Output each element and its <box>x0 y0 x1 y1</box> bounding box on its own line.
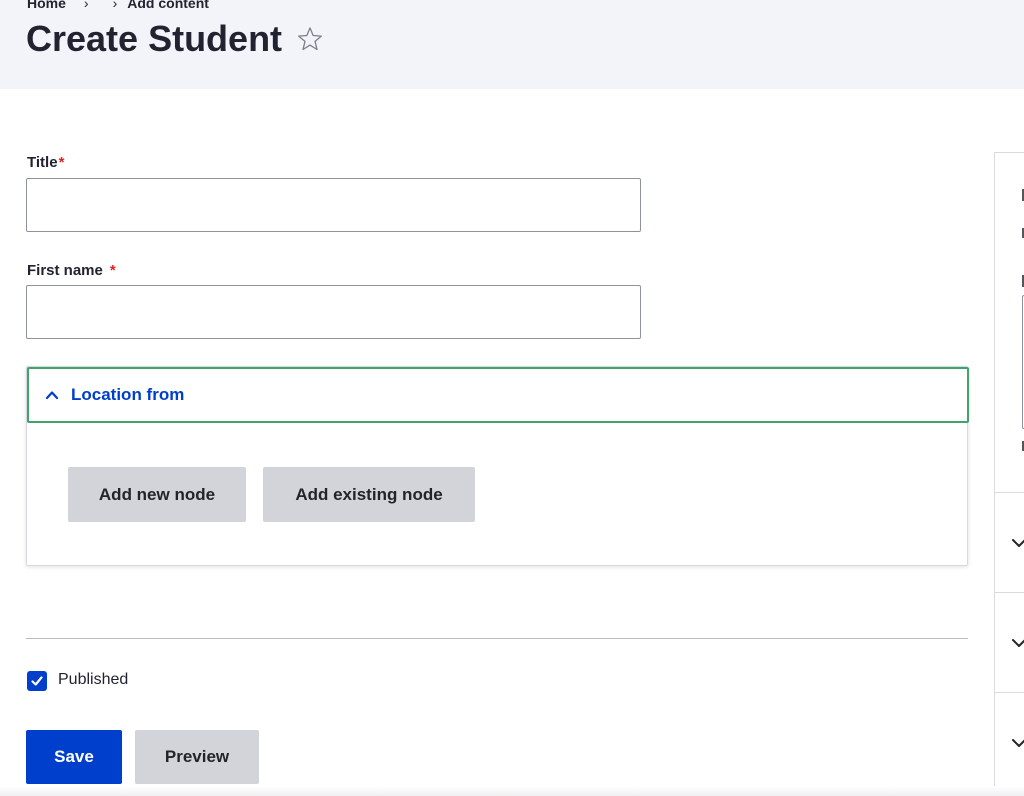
chevron-down-icon[interactable] <box>1011 537 1024 549</box>
save-button[interactable]: Save <box>26 730 122 784</box>
required-marker: * <box>58 154 65 171</box>
preview-button[interactable]: Preview <box>135 730 259 784</box>
breadcrumb-add-content[interactable]: Add content <box>127 0 209 11</box>
first-name-label-text: First name <box>27 262 103 279</box>
required-marker: * <box>109 262 116 279</box>
location-from-summary[interactable]: Location from <box>27 367 969 423</box>
page-title: Create Student <box>26 18 283 59</box>
location-from-label: Location from <box>71 385 185 404</box>
breadcrumb-separator-icon: › <box>112 0 118 11</box>
sidebar-divider <box>995 692 1024 693</box>
published-checkbox[interactable] <box>27 671 47 691</box>
chevron-down-icon[interactable] <box>1011 737 1024 749</box>
viewport-bottom-edge <box>0 786 1024 796</box>
title-input[interactable] <box>26 178 641 232</box>
published-label[interactable]: Published <box>58 671 128 689</box>
title-field-label: Title* <box>27 154 64 171</box>
breadcrumb: Home › › Add content <box>27 0 209 11</box>
form-divider <box>26 638 968 639</box>
page-header: Home › › Add content Create Student <box>0 0 1024 89</box>
location-from-details: Location from Add new node Add existing … <box>26 366 969 566</box>
star-outline-icon[interactable] <box>296 25 324 53</box>
chevron-up-icon <box>45 391 59 400</box>
sidebar-divider <box>995 592 1024 593</box>
breadcrumb-separator-icon: › <box>83 0 89 11</box>
checkmark-icon <box>31 676 43 686</box>
meta-sidebar <box>994 152 1024 796</box>
page-title-container: Create Student <box>26 18 324 60</box>
add-new-node-button[interactable]: Add new node <box>68 467 246 522</box>
first-name-field-label: First name * <box>27 262 116 279</box>
breadcrumb-home[interactable]: Home <box>27 0 66 11</box>
title-label-text: Title <box>27 154 58 171</box>
sidebar-divider <box>995 492 1024 493</box>
chevron-down-icon[interactable] <box>1011 637 1024 649</box>
add-existing-node-button[interactable]: Add existing node <box>263 467 475 522</box>
first-name-input[interactable] <box>26 285 641 339</box>
